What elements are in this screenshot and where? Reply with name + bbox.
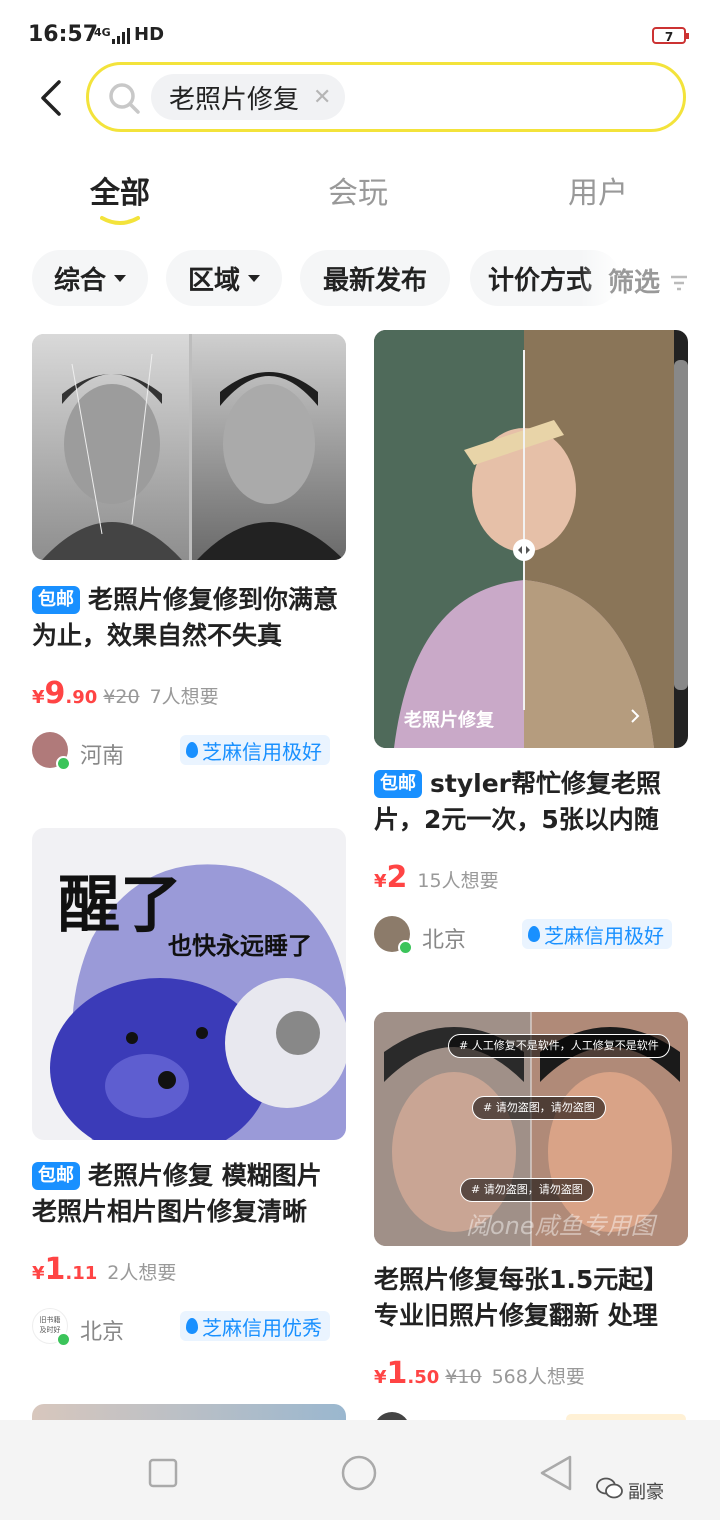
tab-users[interactable]: 用户 bbox=[568, 168, 628, 212]
price-integer: 1 bbox=[386, 1356, 408, 1391]
want-count: 568人想要 bbox=[491, 1366, 585, 1388]
search-query-chip[interactable]: 老照片修复 ✕ bbox=[151, 74, 346, 120]
filter-region-label: 区域 bbox=[187, 265, 240, 296]
filter-sort-label: 综合 bbox=[53, 265, 106, 296]
hd-indicator: HD bbox=[134, 24, 165, 45]
original-price: ¥20 bbox=[103, 686, 140, 708]
recent-apps-icon[interactable] bbox=[148, 1458, 178, 1488]
credit-badge: 芝麻信用极好 bbox=[522, 919, 672, 949]
home-icon[interactable] bbox=[340, 1454, 378, 1492]
listing-title[interactable]: 包邮 styler帮忙修复老照片，2元一次，5张以内随 bbox=[374, 766, 688, 838]
image-watermark: 阅one咸鱼专用图 bbox=[466, 1212, 655, 1240]
online-indicator bbox=[56, 756, 71, 771]
want-count: 7人想要 bbox=[149, 686, 219, 708]
credit-label: 芝麻信用极好 bbox=[544, 923, 664, 948]
price-decimal: .11 bbox=[65, 1263, 98, 1284]
clear-query-icon[interactable]: ✕ bbox=[313, 85, 331, 110]
original-price: ¥10 bbox=[445, 1366, 482, 1388]
filter-region[interactable]: 区域 bbox=[166, 250, 282, 306]
currency-symbol: ¥ bbox=[374, 1367, 387, 1388]
wechat-icon bbox=[596, 1477, 623, 1499]
meme-text-main: 醒了 bbox=[58, 868, 183, 941]
filter-pricing-label: 计价方式 bbox=[488, 265, 593, 296]
price-decimal: .90 bbox=[65, 687, 98, 708]
system-nav-bar bbox=[0, 1420, 720, 1520]
network-indicator: 4G bbox=[94, 26, 111, 39]
image-caption: 老照片修复 bbox=[404, 710, 494, 731]
filter-latest[interactable]: 最新发布 bbox=[300, 250, 450, 306]
currency-symbol: ¥ bbox=[374, 871, 387, 892]
listing-image[interactable] bbox=[32, 334, 346, 560]
avatar-text: 旧书籍 bbox=[39, 1316, 61, 1324]
want-count: 15人想要 bbox=[417, 870, 499, 892]
price-integer: 9 bbox=[44, 676, 66, 711]
filter-sift-button[interactable]: 筛选 bbox=[608, 262, 689, 299]
caret-down-icon bbox=[114, 274, 126, 282]
listing-title[interactable]: 包邮 老照片修复 模糊图片老照片相片图片修复清晰 bbox=[32, 1158, 346, 1230]
currency-symbol: ¥ bbox=[32, 1263, 45, 1284]
water-drop-icon bbox=[528, 926, 540, 942]
search-box[interactable]: 老照片修复 ✕ bbox=[86, 62, 686, 132]
online-indicator bbox=[56, 1332, 71, 1347]
filter-icon bbox=[671, 275, 688, 291]
seller-location: 北京 bbox=[422, 928, 467, 953]
price-integer: 2 bbox=[386, 860, 408, 895]
water-drop-icon bbox=[186, 1318, 198, 1334]
price-integer: 1 bbox=[44, 1252, 66, 1287]
filter-latest-label: 最新发布 bbox=[322, 265, 427, 296]
price-row: ¥9.90 ¥20 7人想要 bbox=[32, 676, 219, 711]
currency-symbol: ¥ bbox=[32, 687, 45, 708]
listing-image[interactable]: # 人工修复不是软件，人工修复不是软件 # 请勿盗图，请勿盗图 # 请勿盗图，请… bbox=[374, 1012, 688, 1246]
image-tag: # 请勿盗图，请勿盗图 bbox=[472, 1096, 606, 1120]
tab-play[interactable]: 会玩 bbox=[328, 168, 388, 212]
listing-title[interactable]: 老照片修复每张1.5元起】专业旧照片修复翻新 处理 bbox=[374, 1262, 688, 1334]
water-drop-icon bbox=[186, 742, 198, 758]
status-time: 16:57 bbox=[28, 22, 99, 47]
caret-down-icon bbox=[248, 274, 260, 282]
search-query-text: 老照片修复 bbox=[169, 84, 300, 115]
credit-badge: 芝麻信用优秀 bbox=[180, 1311, 330, 1341]
credit-label: 芝麻信用极好 bbox=[202, 739, 322, 764]
listing-title[interactable]: 包邮 老照片修复修到你满意为止，效果自然不失真 bbox=[32, 582, 346, 654]
before-after-girl-image bbox=[374, 330, 688, 748]
image-tag: # 请勿盗图，请勿盗图 bbox=[460, 1178, 594, 1202]
credit-badge: 芝麻信用极好 bbox=[180, 735, 330, 765]
signal-icon bbox=[112, 28, 130, 44]
avatar-text: 及时好 bbox=[39, 1326, 61, 1334]
back-arrow-icon bbox=[41, 80, 61, 116]
credit-label: 芝麻信用优秀 bbox=[202, 1315, 322, 1340]
listing-title-text: 老照片修复每张1.5元起】专业旧照片修复翻新 处理 bbox=[374, 1265, 669, 1330]
listing-image[interactable]: 老照片修复 bbox=[374, 330, 688, 748]
search-icon bbox=[109, 83, 140, 114]
image-tag: # 人工修复不是软件，人工修复不是软件 bbox=[448, 1034, 670, 1058]
price-row: ¥1.11 2人想要 bbox=[32, 1252, 176, 1287]
free-shipping-badge: 包邮 bbox=[32, 1162, 80, 1190]
filter-sift-label: 筛选 bbox=[608, 268, 661, 298]
back-button[interactable] bbox=[28, 74, 72, 122]
online-indicator bbox=[398, 940, 413, 955]
filter-sort[interactable]: 综合 bbox=[32, 250, 148, 306]
back-nav-icon[interactable] bbox=[538, 1454, 574, 1492]
want-count: 2人想要 bbox=[107, 1262, 177, 1284]
price-row: ¥1.50 ¥10 568人想要 bbox=[374, 1356, 585, 1391]
watermark-text: 副豪 bbox=[628, 1482, 664, 1503]
price-row: ¥2 15人想要 bbox=[374, 860, 499, 895]
tab-active-indicator bbox=[100, 216, 140, 225]
price-decimal: .50 bbox=[407, 1367, 440, 1388]
listing-image[interactable]: 醒了 也快永远睡了 bbox=[32, 828, 346, 1140]
meme-text-sub: 也快永远睡了 bbox=[168, 932, 312, 960]
free-shipping-badge: 包邮 bbox=[374, 770, 422, 798]
before-after-portrait-image bbox=[32, 334, 346, 560]
seller-location: 河南 bbox=[80, 744, 125, 769]
tab-all[interactable]: 全部 bbox=[90, 168, 150, 212]
seller-location: 北京 bbox=[80, 1320, 125, 1345]
battery-icon: 7 bbox=[652, 27, 689, 44]
free-shipping-badge: 包邮 bbox=[32, 586, 80, 614]
